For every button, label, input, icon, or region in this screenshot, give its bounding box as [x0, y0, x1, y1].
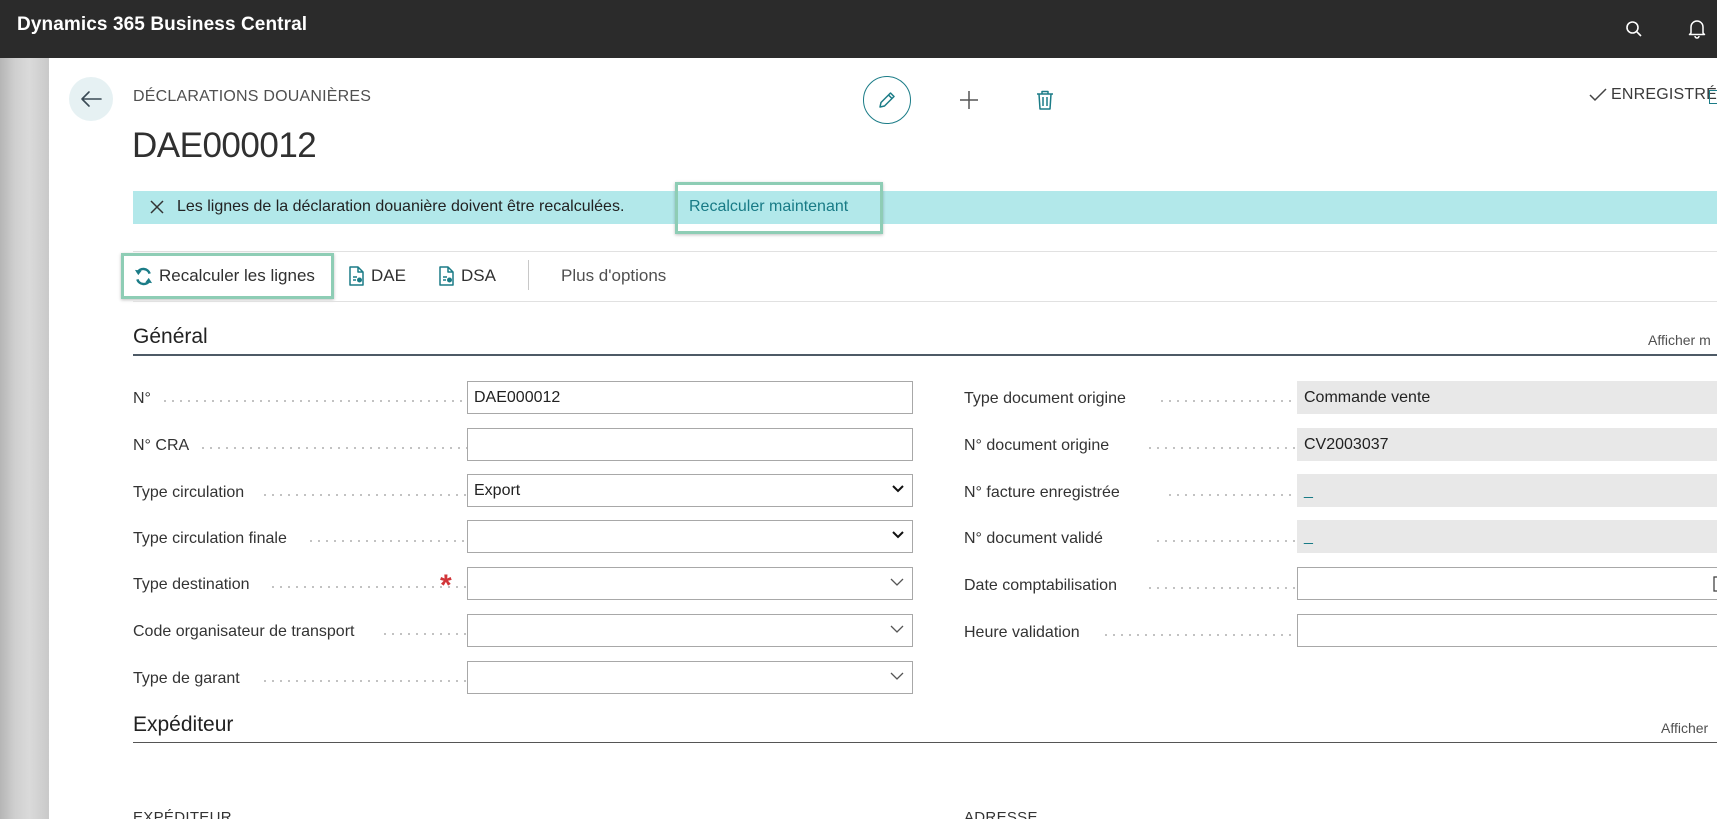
back-button[interactable] — [69, 77, 113, 121]
show-more-general[interactable]: Afficher m — [1648, 332, 1711, 348]
leader-dots — [161, 400, 503, 402]
background-page-edge — [0, 58, 49, 819]
document-icon — [349, 266, 364, 286]
page-title: DAE000012 — [132, 126, 317, 165]
header-actions — [863, 76, 1065, 124]
section-divider — [133, 742, 1717, 743]
divider — [528, 260, 529, 290]
recalculate-now-link[interactable]: Recalculer maintenant — [689, 198, 848, 216]
delete-button[interactable] — [1025, 80, 1065, 120]
guarantor-type-select[interactable] — [467, 661, 913, 694]
field-label-destination-type: Type destination — [133, 576, 250, 593]
new-button[interactable] — [949, 80, 989, 120]
trash-icon — [1037, 90, 1053, 110]
final-circulation-type-select[interactable] — [467, 520, 913, 553]
dsa-button[interactable]: DSA — [438, 266, 496, 286]
dae-button[interactable]: DAE — [348, 266, 406, 286]
card-page: DÉCLARATIONS DOUANIÈRES DAE000012 ENREGI… — [49, 58, 1717, 819]
destination-type-select[interactable] — [467, 567, 913, 600]
validated-document-no-value[interactable]: _ — [1304, 528, 1313, 545]
field-label-validated-document-no: N° document validé — [964, 530, 1103, 547]
field-label-origin-document-type: Type document origine — [964, 390, 1126, 407]
posting-date-field[interactable] — [1297, 567, 1717, 600]
plus-icon — [960, 91, 978, 109]
refresh-icon — [134, 267, 153, 285]
bell-icon[interactable] — [1684, 16, 1710, 42]
pencil-icon — [879, 92, 895, 108]
field-label-no: N° — [133, 390, 151, 407]
calendar-icon[interactable] — [1713, 576, 1717, 592]
no-field[interactable]: DAE000012 — [467, 381, 913, 414]
divider — [133, 301, 1717, 302]
circulation-type-value: Export — [474, 482, 521, 499]
validation-time-field[interactable] — [1297, 614, 1717, 647]
section-title-general[interactable]: Général — [133, 325, 208, 349]
field-label-final-circulation-type: Type circulation finale — [133, 530, 287, 547]
arrow-left-icon — [81, 91, 102, 107]
cra-field[interactable] — [467, 428, 913, 461]
show-more-sender[interactable]: Afficher — [1661, 720, 1708, 736]
edit-button[interactable] — [863, 76, 911, 124]
posted-invoice-no-field: _ — [1297, 474, 1717, 507]
origin-document-type-field: Commande vente — [1297, 381, 1717, 414]
section-divider — [133, 354, 1717, 356]
close-icon — [150, 200, 164, 214]
top-bar: Dynamics 365 Business Central — [0, 0, 1717, 58]
chevron-down-icon — [890, 578, 904, 586]
chevron-down-icon — [892, 485, 904, 493]
divider — [133, 251, 1717, 252]
dismiss-button[interactable] — [147, 197, 167, 217]
required-indicator: * — [440, 569, 452, 602]
dsa-label: DSA — [461, 266, 496, 285]
section-title-sender[interactable]: Expéditeur — [133, 713, 233, 737]
field-label-validation-time: Heure validation — [964, 624, 1080, 641]
saved-status-label: ENREGISTRÉ — [1611, 86, 1717, 103]
banner-message: Les lignes de la déclaration douanière d… — [177, 198, 625, 215]
search-icon[interactable] — [1621, 16, 1647, 42]
check-icon — [1589, 88, 1607, 102]
posted-invoice-no-value[interactable]: _ — [1304, 482, 1313, 499]
transport-organizer-select[interactable] — [467, 614, 913, 647]
origin-document-no-field: CV2003037 — [1297, 428, 1717, 461]
subsection-sender: EXPÉDITEUR — [133, 809, 232, 819]
saved-status: ENREGISTRÉ — [1589, 86, 1717, 104]
breadcrumb[interactable]: DÉCLARATIONS DOUANIÈRES — [133, 88, 371, 106]
subsection-address: ADRESSE — [964, 809, 1038, 819]
field-label-origin-document-no: N° document origine — [964, 437, 1110, 454]
chevron-down-icon — [892, 531, 904, 539]
more-options-button[interactable]: Plus d'options — [561, 266, 666, 286]
recalculate-lines-button[interactable]: Recalculer les lignes — [134, 266, 315, 286]
document-icon — [439, 266, 454, 286]
field-label-circulation-type: Type circulation — [133, 484, 245, 501]
leader-dots — [199, 447, 503, 449]
validated-document-no-field: _ — [1297, 520, 1717, 553]
recalculate-lines-label: Recalculer les lignes — [159, 266, 315, 285]
collapse-icon[interactable] — [1709, 90, 1717, 104]
app-title[interactable]: Dynamics 365 Business Central — [17, 14, 307, 36]
notification-banner: Les lignes de la déclaration douanière d… — [133, 191, 1717, 224]
circulation-type-select[interactable]: Export — [467, 474, 913, 507]
field-label-posting-date: Date comptabilisation — [964, 577, 1117, 594]
dae-label: DAE — [371, 266, 406, 285]
field-label-transport-organizer: Code organisateur de transport — [133, 623, 355, 640]
field-label-cra: N° CRA — [133, 437, 190, 454]
chevron-down-icon — [890, 672, 904, 680]
chevron-down-icon — [890, 625, 904, 633]
field-label-guarantor-type: Type de garant — [133, 670, 240, 687]
field-label-posted-invoice-no: N° facture enregistrée — [964, 484, 1120, 501]
more-options-label: Plus d'options — [561, 266, 667, 285]
